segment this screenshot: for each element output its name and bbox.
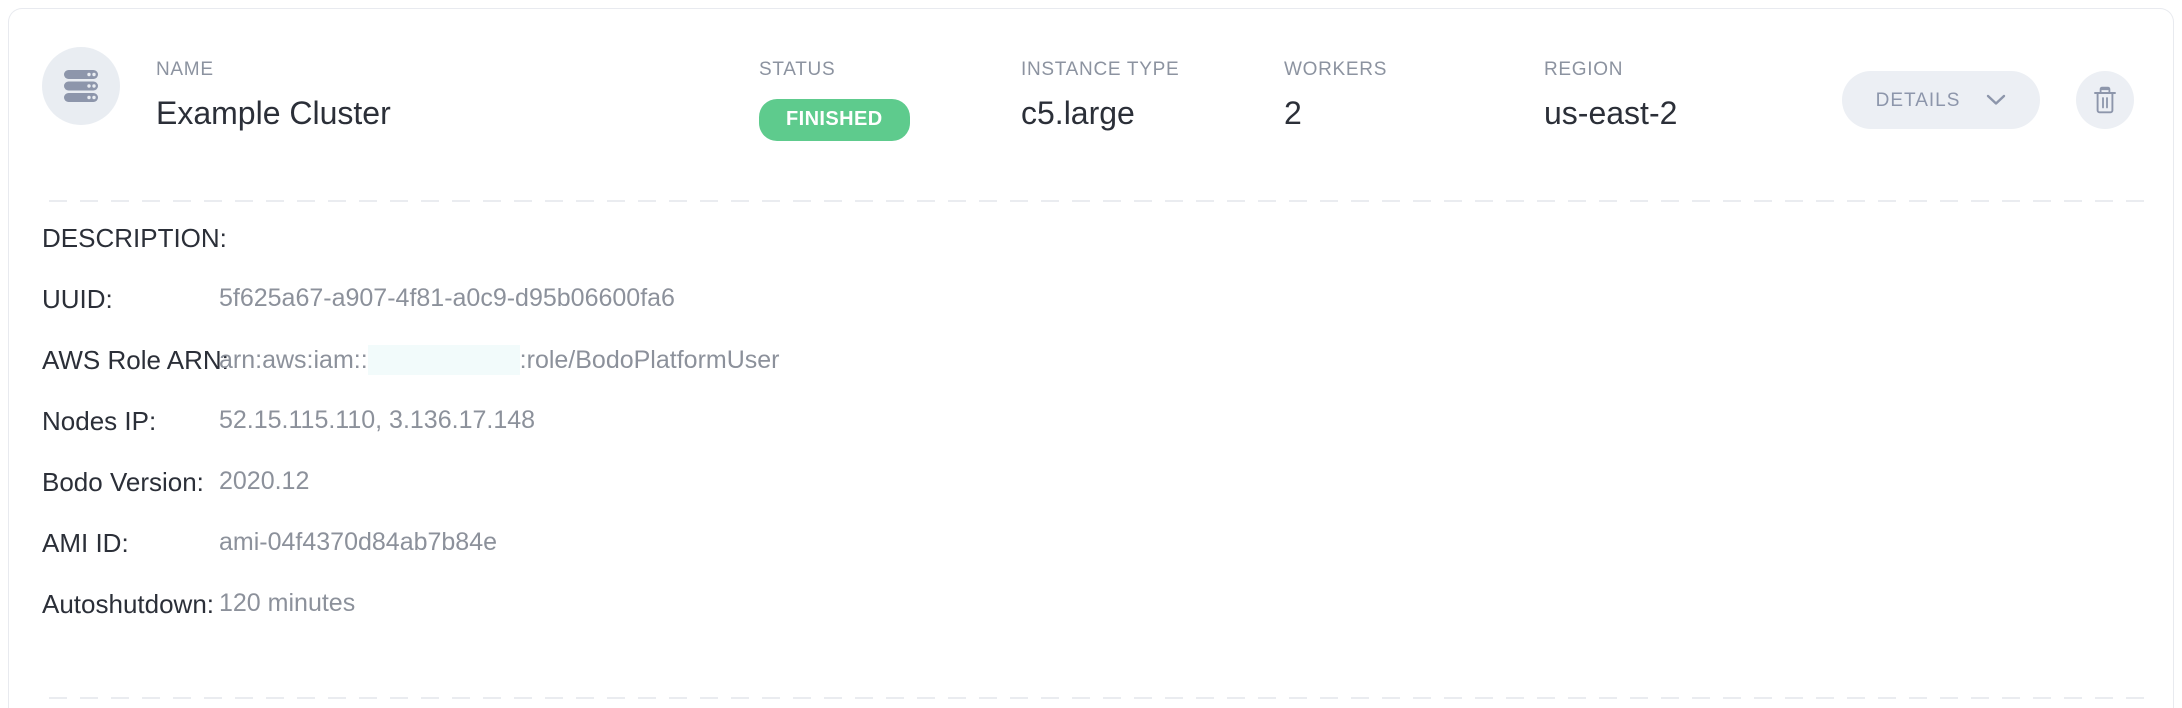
cluster-detail-card: NAME Example Cluster STATUS FINISHED INS… (8, 8, 2174, 708)
header-divider (49, 200, 2149, 202)
workers-value: 2 (1284, 95, 1302, 131)
arn-suffix: :role/BodoPlatformUser (519, 345, 780, 374)
header-column-region: REGION us-east-2 (1544, 59, 1677, 132)
detail-row-bodo-version: Bodo Version: 2020.12 (9, 467, 2173, 528)
server-cluster-icon (64, 70, 98, 102)
detail-row-description: DESCRIPTION: (9, 223, 2173, 284)
instance-type-value: c5.large (1021, 95, 1135, 131)
detail-key: Autoshutdown: (42, 589, 215, 619)
chevron-down-icon (1987, 94, 2006, 105)
delete-cluster-button[interactable] (2076, 71, 2134, 129)
detail-key: AMI ID: (42, 528, 129, 558)
region-value: us-east-2 (1544, 95, 1678, 131)
details-button[interactable]: DETAILS (1842, 71, 2040, 129)
cluster-name-value: Example Cluster (156, 95, 391, 131)
region-label: REGION (1544, 59, 1624, 80)
detail-value: ami-04f4370d84ab7b84e (219, 528, 498, 556)
detail-value: 120 minutes (219, 589, 356, 617)
detail-value: 5f625a67-a907-4f81-a0c9-d95b06600fa6 (219, 284, 675, 312)
detail-key: UUID: (42, 284, 113, 314)
status-badge: FINISHED (759, 99, 910, 141)
detail-row-ami-id: AMI ID: ami-04f4370d84ab7b84e (9, 528, 2173, 589)
detail-key: Bodo Version: (42, 467, 204, 497)
status-label: STATUS (759, 59, 836, 80)
detail-row-aws-role-arn: AWS Role ARN: arn:aws:iam:: :role/BodoPl… (9, 345, 2173, 406)
details-button-label: DETAILS (1875, 89, 1961, 111)
workers-label: WORKERS (1284, 59, 1388, 80)
trash-icon (2094, 86, 2116, 113)
detail-row-autoshutdown: Autoshutdown: 120 minutes (9, 589, 2173, 650)
header-column-instance-type: INSTANCE TYPE c5.large (1021, 59, 1179, 132)
detail-row-uuid: UUID: 5f625a67-a907-4f81-a0c9-d95b06600f… (9, 284, 2173, 345)
cluster-header: NAME Example Cluster STATUS FINISHED INS… (9, 9, 2173, 197)
detail-row-nodes-ip: Nodes IP: 52.15.115.110, 3.136.17.148 (9, 406, 2173, 467)
cluster-details-list: DESCRIPTION: UUID: 5f625a67-a907-4f81-a0… (9, 223, 2173, 650)
header-column-workers: WORKERS 2 (1284, 59, 1387, 132)
header-column-status: STATUS FINISHED (759, 59, 910, 141)
detail-value: 2020.12 (219, 467, 310, 495)
detail-key: DESCRIPTION: (42, 223, 227, 253)
instance-type-label: INSTANCE TYPE (1021, 59, 1180, 80)
detail-key: AWS Role ARN: (42, 345, 229, 375)
detail-key: Nodes IP: (42, 406, 157, 436)
arn-prefix: arn:aws:iam:: (219, 345, 368, 374)
name-label: NAME (156, 59, 214, 80)
header-column-name: NAME Example Cluster (156, 59, 391, 132)
cluster-avatar (42, 47, 120, 125)
redacted-account-id (367, 345, 520, 375)
detail-value: 52.15.115.110, 3.136.17.148 (219, 406, 536, 434)
footer-divider (49, 697, 2149, 699)
detail-value: arn:aws:iam:: :role/BodoPlatformUser (219, 345, 780, 375)
